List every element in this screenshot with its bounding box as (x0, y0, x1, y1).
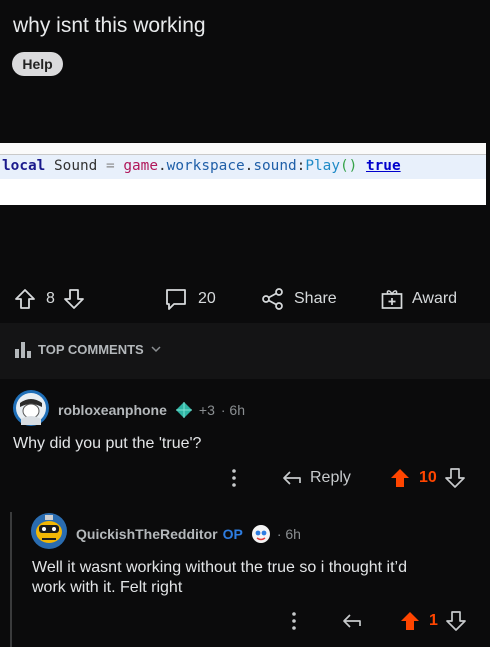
code-keyword-local: local (2, 158, 46, 174)
editor-top-strip (0, 143, 486, 155)
downvote-arrow-icon[interactable] (446, 611, 466, 631)
code-property-sound: sound (253, 158, 297, 174)
comment-body-line: Well it wasnt working without the true s… (32, 559, 407, 576)
comment-sort-dropdown[interactable]: TOP COMMENTS (14, 340, 162, 358)
upvote-arrow-icon[interactable] (400, 611, 420, 631)
reply-arrow-icon (342, 611, 362, 631)
code-boolean-true: true (365, 158, 401, 174)
comment-vote-group: 10 (390, 468, 465, 488)
award-button[interactable]: Award (380, 280, 457, 318)
comments-sort-bar: TOP COMMENTS (0, 323, 490, 379)
thread-line[interactable] (10, 512, 12, 647)
comment-actions (286, 610, 302, 632)
code-parens: () (339, 158, 358, 174)
code-method-play: Play (305, 158, 340, 174)
downvote-arrow-icon[interactable] (444, 468, 465, 488)
avatar[interactable] (30, 512, 68, 550)
comment-author[interactable]: QuickishTheRedditor (76, 526, 218, 542)
comment-time: · 6h (220, 402, 245, 418)
comment-bubble-icon (164, 287, 188, 311)
post-flair-badge[interactable]: Help (12, 52, 63, 76)
code-dot: . (158, 158, 167, 174)
reply-button[interactable] (342, 611, 362, 631)
code-variable: Sound (54, 158, 98, 174)
comments-button[interactable]: 20 (164, 280, 216, 318)
op-badge: OP (222, 526, 243, 542)
more-options-icon[interactable] (226, 467, 242, 489)
reply-label: Reply (310, 469, 351, 486)
post-title: why isnt this working (13, 14, 206, 37)
post-vote-group: 8 (14, 280, 85, 318)
avatar[interactable] (12, 389, 50, 427)
upvote-arrow-icon[interactable] (14, 288, 36, 310)
award-emoji-icon (251, 524, 271, 544)
award-count: +3 (198, 402, 215, 418)
comment-body-line: work with it. Felt right (32, 579, 183, 596)
code-line: local Sound = game.workspace.sound:Play(… (2, 158, 401, 174)
upvote-arrow-icon[interactable] (390, 468, 410, 488)
gift-award-icon (380, 287, 404, 311)
post-image-code-snippet[interactable]: local Sound = game.workspace.sound:Play(… (0, 143, 486, 205)
code-operator: = (106, 158, 115, 174)
comment-actions (226, 467, 242, 489)
comment-author[interactable]: robloxeanphone (58, 402, 167, 418)
post-vote-count: 8 (46, 290, 55, 307)
more-options-icon[interactable] (286, 610, 302, 632)
comment-score: 10 (419, 469, 437, 486)
comment-body: Why did you put the 'true'? (13, 435, 202, 452)
award-label: Award (412, 290, 458, 307)
chevron-down-icon (150, 343, 162, 355)
share-label: Share (294, 290, 337, 307)
downvote-arrow-icon[interactable] (63, 288, 85, 310)
sort-bars-icon (14, 340, 32, 358)
comment-time: · 6h (276, 526, 301, 542)
comment-meta: QuickishTheRedditor OP · 6h (76, 524, 301, 544)
code-global-game: game (123, 158, 158, 174)
reply-arrow-icon (282, 468, 302, 488)
comment-body: Well it wasnt working without the true s… (32, 558, 407, 598)
sort-label: TOP COMMENTS (38, 341, 144, 357)
comment-count: 20 (198, 290, 216, 307)
comment-meta: robloxeanphone +3 · 6h (58, 401, 245, 419)
code-property-workspace: workspace (166, 158, 245, 174)
award-diamond-icon (175, 401, 193, 419)
post-action-bar: 8 20 Share Award (0, 280, 490, 318)
share-button[interactable]: Share (261, 280, 337, 318)
share-icon (261, 287, 285, 311)
comment-score: 1 (429, 612, 438, 629)
comment-vote-group: 1 (400, 611, 466, 631)
reply-button[interactable]: Reply (282, 468, 351, 488)
